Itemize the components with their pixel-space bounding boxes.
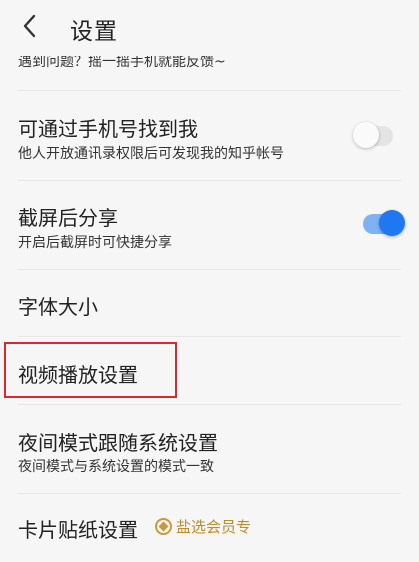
chevron-left-icon xyxy=(23,14,36,38)
setting-title: 截屏后分享 xyxy=(18,206,118,230)
divider xyxy=(18,180,401,181)
page-title: 设置 xyxy=(70,19,118,45)
setting-subtitle: 他人开放通讯录权限后可发现我的知乎帐号 xyxy=(18,146,284,162)
divider xyxy=(18,336,401,337)
divider xyxy=(18,404,401,405)
toggle-knob xyxy=(353,122,379,148)
divider xyxy=(18,90,401,91)
setting-title: 字体大小 xyxy=(18,295,98,319)
vip-icon xyxy=(155,518,172,535)
setting-title: 夜间模式跟随系统设置 xyxy=(18,431,218,455)
header-bar: 设置 xyxy=(0,0,419,56)
find-by-phone-toggle[interactable] xyxy=(353,122,393,148)
setting-subtitle: 开启后截屏时可快捷分享 xyxy=(18,235,172,251)
divider xyxy=(18,269,401,270)
divider xyxy=(18,493,401,494)
setting-title: 可通过手机号找到我 xyxy=(18,117,198,141)
back-button[interactable] xyxy=(14,10,46,42)
vip-badge: 盐选会员专 xyxy=(155,516,251,537)
toggle-knob xyxy=(379,210,405,236)
setting-subtitle: 夜间模式与系统设置的模式一致 xyxy=(18,459,214,475)
settings-screen: 设置 遇到问题？摇一摇手机就能反馈~ 可通过手机号找到我 他人开放通讯录权限后可… xyxy=(0,0,419,562)
highlight-box xyxy=(4,342,177,398)
setting-title: 卡片贴纸设置 xyxy=(18,518,138,542)
screenshot-share-toggle[interactable] xyxy=(363,210,405,236)
vip-badge-label: 盐选会员专 xyxy=(176,518,252,536)
